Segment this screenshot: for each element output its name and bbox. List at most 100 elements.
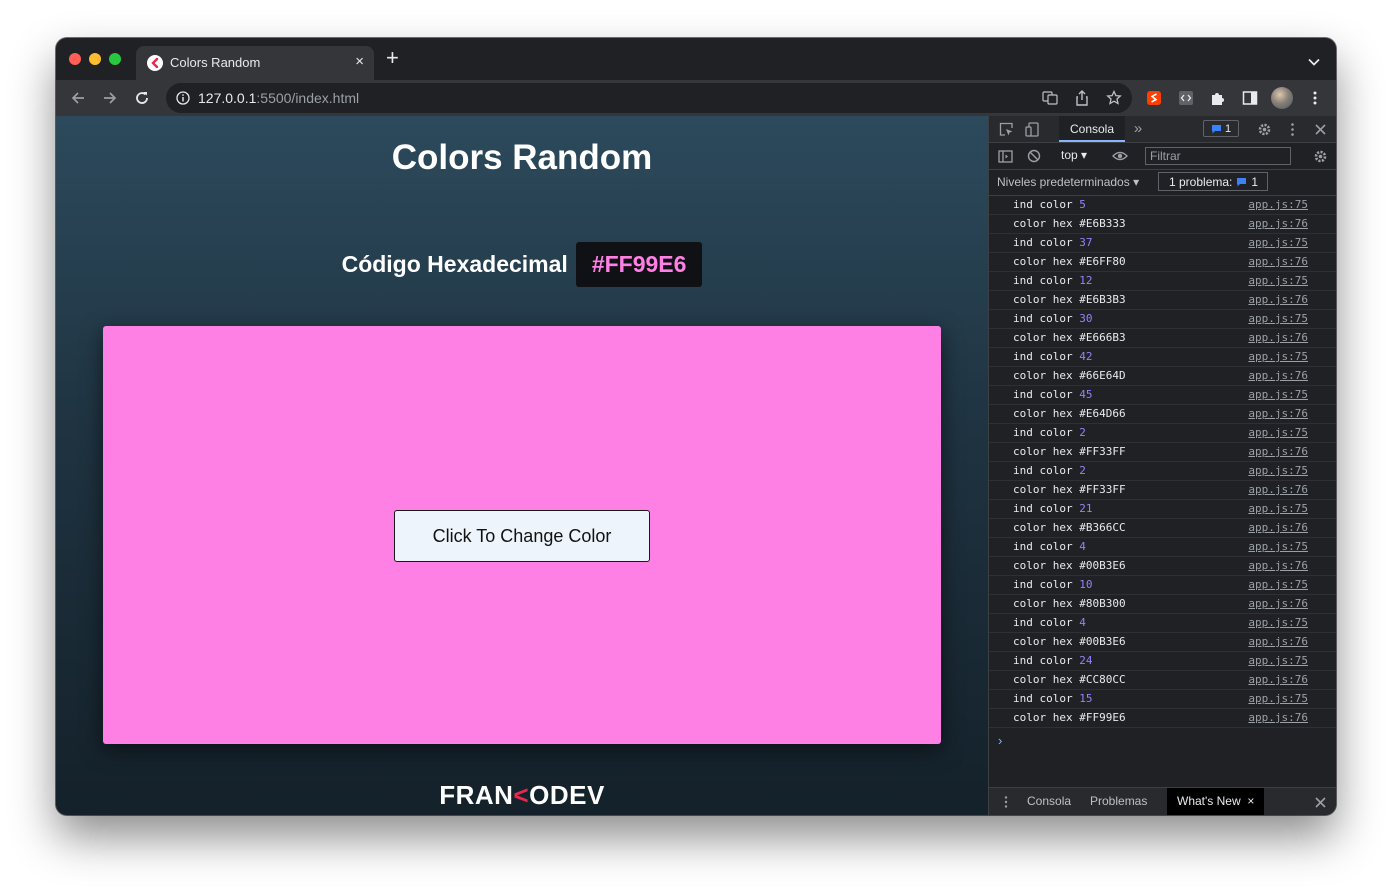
close-tab-icon[interactable]: × (1247, 794, 1254, 808)
devtools-tab-console[interactable]: Consola (1059, 116, 1125, 142)
url-text[interactable]: 127.0.0.1:5500/index.html (198, 90, 359, 106)
change-color-button[interactable]: Click To Change Color (394, 510, 650, 562)
console-log-source-link[interactable]: app.js:75 (1248, 386, 1308, 404)
devtools-main-toolbar: Consola » 1 (989, 116, 1336, 143)
console-log-number: 37 (1079, 236, 1093, 249)
console-log-source-link[interactable]: app.js:76 (1248, 709, 1308, 727)
show-sidebar-icon[interactable] (997, 148, 1013, 164)
tab-search-chevron-icon[interactable] (1308, 53, 1320, 71)
new-tab-button[interactable]: + (386, 47, 399, 69)
devtools-menu-icon[interactable] (1284, 121, 1300, 137)
log-levels-dropdown[interactable]: Niveles predeterminados ▾ (997, 175, 1139, 189)
drawer-tab-console[interactable]: Consola (1027, 788, 1071, 815)
console-log-number: 4 (1079, 616, 1086, 629)
console-log-source-link[interactable]: app.js:76 (1248, 557, 1308, 575)
bookmark-star-icon[interactable] (1106, 89, 1122, 106)
drawer-tab-whats-new[interactable]: What's New × (1167, 788, 1265, 815)
clear-console-icon[interactable] (1026, 148, 1042, 164)
problems-badge[interactable]: 1 problema: 1 (1158, 172, 1268, 191)
context-selector[interactable]: top ▾ (1061, 148, 1087, 162)
console-log-message: color hex #E64D66 (1013, 405, 1126, 423)
forward-arrow-icon[interactable] (100, 88, 120, 108)
inspect-element-icon[interactable] (998, 121, 1014, 137)
console-log-source-link[interactable]: app.js:75 (1248, 234, 1308, 252)
live-expression-eye-icon[interactable] (1112, 148, 1128, 164)
console-log-source-link[interactable]: app.js:76 (1248, 329, 1308, 347)
drawer-menu-icon[interactable] (998, 794, 1014, 810)
translate-icon[interactable] (1042, 90, 1058, 106)
console-log-source-link[interactable]: app.js:75 (1248, 462, 1308, 480)
console-log-message: color hex #00B3E6 (1013, 557, 1126, 575)
console-log-source-link[interactable]: app.js:76 (1248, 633, 1308, 651)
console-log-row: color hex #FF33FF app.js:76 (989, 481, 1336, 500)
console-log-message: color hex #CC80CC (1013, 671, 1126, 689)
brand-chevron-mark: < (513, 780, 530, 810)
console-log-row: ind color 4 app.js:75 (989, 614, 1336, 633)
console-log-message: color hex #E6FF80 (1013, 253, 1126, 271)
devtools-panel: Consola » 1 top ▾ Filtrar Niveles predet… (988, 116, 1336, 815)
site-info-icon[interactable] (176, 91, 190, 110)
close-window-button[interactable] (69, 53, 81, 65)
console-log-number: 24 (1079, 654, 1093, 667)
browser-tab-active[interactable]: Colors Random × (136, 46, 374, 80)
settings-gear-icon[interactable] (1256, 121, 1272, 137)
tab-close-icon[interactable]: × (355, 53, 364, 70)
console-settings-gear-icon[interactable] (1312, 148, 1328, 164)
console-log-source-link[interactable]: app.js:76 (1248, 519, 1308, 537)
close-drawer-icon[interactable] (1312, 794, 1328, 810)
maximize-window-button[interactable] (109, 53, 121, 65)
console-log-message: ind color 5 (1013, 196, 1086, 214)
console-log-message: ind color 42 (1013, 348, 1092, 366)
console-log-row: ind color 24 app.js:75 (989, 652, 1336, 671)
console-log-source-link[interactable]: app.js:76 (1248, 443, 1308, 461)
console-log-source-link[interactable]: app.js:75 (1248, 576, 1308, 594)
console-log-text: ind color (1013, 540, 1080, 553)
drawer-tab-whats-new-label: What's New (1177, 794, 1241, 808)
devtools-extension-icon[interactable] (1178, 90, 1194, 106)
close-devtools-icon[interactable] (1312, 121, 1328, 137)
console-log-source-link[interactable]: app.js:75 (1248, 310, 1308, 328)
console-log-row: ind color 2 app.js:75 (989, 462, 1336, 481)
console-log-source-link[interactable]: app.js:75 (1248, 500, 1308, 518)
console-log-source-link[interactable]: app.js:75 (1248, 348, 1308, 366)
console-prompt[interactable]: › (998, 733, 1002, 748)
console-log-source-link[interactable]: app.js:76 (1248, 671, 1308, 689)
console-log-source-link[interactable]: app.js:76 (1248, 405, 1308, 423)
back-arrow-icon[interactable] (68, 88, 88, 108)
page-title: Colors Random (391, 138, 653, 177)
console-log-source-link[interactable]: app.js:75 (1248, 614, 1308, 632)
browser-menu-icon[interactable] (1307, 90, 1323, 106)
device-toolbar-icon[interactable] (1024, 121, 1040, 137)
profile-avatar[interactable] (1271, 87, 1293, 109)
console-log-source-link[interactable]: app.js:76 (1248, 367, 1308, 385)
extensions-puzzle-icon[interactable] (1210, 90, 1226, 106)
console-log-source-link[interactable]: app.js:75 (1248, 272, 1308, 290)
console-log-source-link[interactable]: app.js:76 (1248, 215, 1308, 233)
console-log-source-link[interactable]: app.js:75 (1248, 652, 1308, 670)
console-log-source-link[interactable]: app.js:75 (1248, 196, 1308, 214)
browser-window: Colors Random × + 127.0.0.1:5500/index.h… (56, 38, 1336, 815)
more-tabs-icon[interactable]: » (1130, 120, 1146, 137)
issues-counter-badge[interactable]: 1 (1203, 120, 1239, 137)
console-log-row: ind color 4 app.js:75 (989, 538, 1336, 557)
console-filter-input[interactable] (1145, 147, 1291, 165)
console-log-source-link[interactable]: app.js:75 (1248, 538, 1308, 556)
console-log-source-link[interactable]: app.js:75 (1248, 424, 1308, 442)
console-log-source-link[interactable]: app.js:75 (1248, 690, 1308, 708)
reload-icon[interactable] (132, 88, 152, 108)
minimize-window-button[interactable] (89, 53, 101, 65)
console-log-source-link[interactable]: app.js:76 (1248, 481, 1308, 499)
console-log-number: 45 (1079, 388, 1093, 401)
problems-count: 1 (1251, 174, 1259, 189)
console-log-source-link[interactable]: app.js:76 (1248, 291, 1308, 309)
console-log-message: ind color 2 (1013, 424, 1086, 442)
svelte-extension-icon[interactable] (1146, 90, 1162, 106)
console-log-row: ind color 10 app.js:75 (989, 576, 1336, 595)
address-bar[interactable]: 127.0.0.1:5500/index.html (166, 83, 1132, 113)
side-panel-icon[interactable] (1242, 90, 1258, 106)
share-icon[interactable] (1074, 90, 1090, 106)
drawer-tab-problems[interactable]: Problemas (1090, 788, 1147, 815)
console-log-message: ind color 45 (1013, 386, 1092, 404)
console-log-source-link[interactable]: app.js:76 (1248, 595, 1308, 613)
console-log-source-link[interactable]: app.js:76 (1248, 253, 1308, 271)
